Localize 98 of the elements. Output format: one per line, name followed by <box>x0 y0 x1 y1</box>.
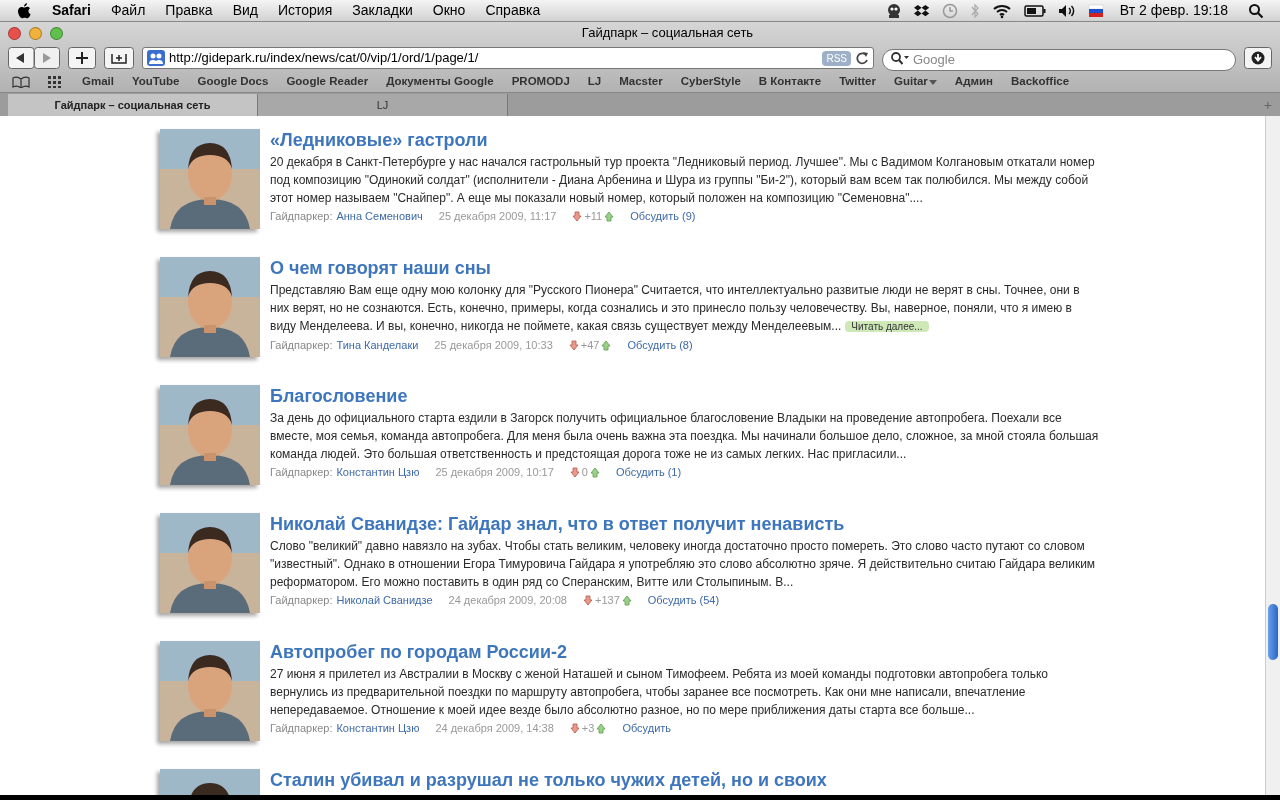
search-icon[interactable] <box>1248 2 1264 19</box>
down-vote-icon[interactable] <box>569 722 580 734</box>
menu-item[interactable]: История <box>277 0 333 21</box>
clock-icon[interactable] <box>941 2 958 19</box>
search-icon[interactable] <box>890 51 910 65</box>
author-label: Гайдпаркер: <box>270 721 333 736</box>
reload-icon[interactable] <box>855 51 869 65</box>
add-bookmark-button[interactable] <box>68 47 96 69</box>
menu-item[interactable]: Вид <box>232 0 258 21</box>
people-icon[interactable] <box>147 50 165 66</box>
menu-item[interactable]: Правка <box>165 0 213 21</box>
app-menu[interactable]: Safari <box>52 0 91 21</box>
article-text: 20 декабря в Санкт-Петербурге у нас начался гастрольный тур проекта "Ледниковый период. Лучшее". Мы с Вадимом Колгановым откатали номер под композицию "Одинокий солдат" (исполнители - Диана Арбенина и Шура из группы "Би-2"), который вам всем так полюбился. Мы между собой этот номер называем "Снайпер". А еще мы показали новый номер, который положен на композицию "Семеновна".... <box>270 154 1096 207</box>
wifi-icon[interactable] <box>991 2 1012 19</box>
article-title-link[interactable]: О чем говорят наши сны <box>270 258 491 278</box>
search-field[interactable]: Google <box>882 48 1236 71</box>
post-date: 25 декабря 2009, 11:17 <box>438 209 557 224</box>
up-vote-icon[interactable] <box>621 594 632 606</box>
scrollbar-thumb[interactable] <box>1268 604 1278 660</box>
bookmark-link[interactable]: PROMODJ <box>511 73 570 91</box>
forward-button[interactable] <box>34 47 60 69</box>
browser-tab[interactable]: LJ <box>258 94 508 116</box>
bookmark-link[interactable]: В Контакте <box>758 73 822 91</box>
discuss-link[interactable]: Обсудить (1) <box>615 464 682 481</box>
close-button[interactable] <box>8 26 21 40</box>
discuss-link[interactable]: Обсудить (54) <box>647 592 720 609</box>
bookmark-link[interactable]: Twitter <box>839 73 876 91</box>
menu-item[interactable]: Окно <box>432 0 466 21</box>
vote-count: +137 <box>595 593 620 608</box>
bookmark-link[interactable]: Macster <box>619 73 663 91</box>
author-link[interactable]: Константин Цзю <box>336 720 420 737</box>
battery-icon[interactable] <box>1023 3 1046 18</box>
down-vote-icon[interactable] <box>568 339 579 351</box>
flag-icon[interactable] <box>1087 2 1104 19</box>
menu-item[interactable]: Справка <box>485 0 541 21</box>
author-label: Гайдпаркер: <box>270 338 333 353</box>
article-title-link[interactable]: Автопробег по городам России-2 <box>270 642 567 662</box>
bookmark-link[interactable]: Gmail <box>82 73 114 91</box>
article-title-link[interactable]: Николай Сванидзе: Гайдар знал, что в ответ получит ненависть <box>270 514 845 534</box>
box-icon[interactable] <box>913 2 930 19</box>
apple-icon[interactable] <box>16 1 32 20</box>
author-link[interactable]: Тина Канделаки <box>336 337 419 354</box>
bookmark-link[interactable]: Документы Google <box>386 73 494 91</box>
browser-tab[interactable]: Гайдпарк – социальная сеть <box>8 94 258 116</box>
article-title-link[interactable]: Благословение <box>270 386 408 406</box>
author-label: Гайдпаркер: <box>270 593 333 608</box>
menu-item[interactable]: Закладки <box>352 0 413 21</box>
author-label: Гайдпаркер: <box>270 465 333 480</box>
post-date: 24 декабря 2009, 14:38 <box>435 721 554 736</box>
bookmark-link[interactable]: YouTube <box>131 73 180 91</box>
vote-count: +47 <box>580 338 600 353</box>
down-vote-icon[interactable] <box>572 210 583 222</box>
book-icon[interactable] <box>12 76 30 88</box>
window-title: Гайдпарк – социальная сеть <box>580 24 755 43</box>
tray-button[interactable] <box>104 47 134 69</box>
article-text: Представляю Вам еще одну мою колонку для "Русского Пионера" Считается, что интеллектуально развитые люди не верят в сны. Точнее, они в них верят, но не сознаются. Есть, конечно, примеры, когда сознались и это принесло пользу человечеству. Вы, наверное, поняли, что я имею в виду Менделеева. И вы, конечно, никогда не поймете, какая связь существует между Менделеевым... Читать далее... <box>270 282 1081 335</box>
article-text: 27 июня я прилетел из Австралии в Москву с женой Наташей и сыном Тимофеем. Ребята из моей команды подготовки автопробега только вернулись из предварительной поездки по маршруту автопробега, чтобы заранее все посмотреть. Как они мне написали, впечатление непередаваемое. Отношение к моей идее везде было абсолютно разное, но по мере приближения даты старта все больше... <box>270 666 1049 719</box>
post-date: 25 декабря 2009, 10:17 <box>435 465 554 480</box>
menu-caret-icon[interactable] <box>928 79 937 85</box>
grid-icon[interactable] <box>48 76 64 88</box>
up-vote-icon[interactable] <box>601 339 612 351</box>
back-button[interactable] <box>8 47 34 69</box>
article-title-link[interactable]: «Ледниковые» гастроли <box>270 130 488 150</box>
author-link[interactable]: Николай Сванидзе <box>336 592 433 609</box>
vote-count: +11 <box>584 209 603 224</box>
up-vote-icon[interactable] <box>596 722 607 734</box>
bookmark-link[interactable]: LJ <box>587 73 602 91</box>
bookmark-link[interactable]: CyberStyle <box>680 73 741 91</box>
article-title-link[interactable]: Сталин убивал и разрушал не только чужих детей, но и своих <box>270 770 827 790</box>
post-date: 25 декабря 2009, 10:33 <box>434 338 553 353</box>
bookmark-link[interactable]: Google Reader <box>286 73 369 91</box>
discuss-link[interactable]: Обсудить (9) <box>630 208 696 225</box>
vote-count: +3 <box>581 721 595 736</box>
bookmark-link[interactable]: Админ <box>954 73 993 91</box>
down-vote-icon[interactable] <box>583 594 593 606</box>
article-text: Слово "великий" давно навязло на зубах. Чтобы стать великим, человеку иногда достаточно просто помереть. Это слово часто путают со словом "известный". Однако в отношении Егора Тимуровича Гайдара я употребляю это слово абсолютно зряче. Я действительно считаю Гайдара великим реформатором. Его можно поставить в один ряд со Сперанским, Витте или Столыпиным. В... <box>270 538 1097 591</box>
url-text: http://gidepark.ru/index/news/cat/0/vip/1/ord/1/page/1/ <box>169 49 480 68</box>
author-link[interactable]: Анна Семенович <box>336 208 423 225</box>
article-text: За день до официального старта ездили в Загорск получить официальное благословение Владыки на проведение автопробега. Поехали все вместе, моя семья, команда автопробега. Для меня была очень важна эта поездка. Мы начинали большое дело, сложное, за мной стояла большая команда людей. Это большая ответственность и предстоящая дорога тоже не из самых легких. Нас пригласили... <box>270 410 1100 463</box>
bookmark-link[interactable]: Google Docs <box>197 73 269 91</box>
bookmark-link[interactable]: Backoffice <box>1011 73 1070 91</box>
vote-count: 0 <box>581 465 588 480</box>
author-label: Гайдпаркер: <box>270 209 333 224</box>
post-date: 24 декабря 2009, 20:08 <box>448 593 567 608</box>
menu-clock: Вт 2 февр. 19:18 <box>1119 1 1228 20</box>
zoom-button[interactable] <box>50 26 63 40</box>
ghost-icon[interactable] <box>885 2 902 19</box>
discuss-link[interactable]: Обсудить <box>622 720 672 737</box>
menu-item[interactable]: Файл <box>110 0 146 21</box>
bookmark-link[interactable]: Guitar <box>893 73 937 91</box>
up-vote-icon[interactable] <box>589 466 600 478</box>
discuss-link[interactable]: Обсудить (8) <box>627 337 693 354</box>
download-button[interactable] <box>1244 47 1272 69</box>
down-vote-icon[interactable] <box>569 466 580 478</box>
author-link[interactable]: Константин Цзю <box>336 464 420 481</box>
up-vote-icon[interactable] <box>604 210 615 222</box>
address-field[interactable]: http://gidepark.ru/index/news/cat/0/vip/1/ord/1/page/1/ RSS <box>142 47 874 69</box>
read-more-link[interactable]: Читать далее... <box>845 321 929 332</box>
